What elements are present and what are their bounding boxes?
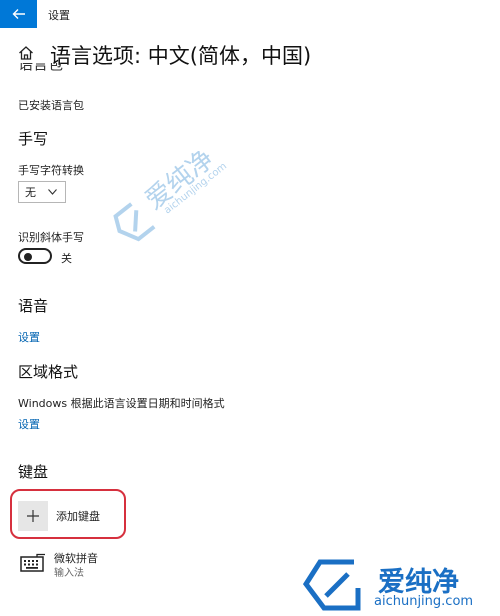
watermark-corner: 爱纯净 aichunjing.com: [302, 558, 492, 614]
italic-handwriting-label: 识别斜体手写: [18, 231, 84, 244]
keyboard-icon: [20, 553, 45, 572]
dropdown-value: 无: [25, 186, 36, 199]
handwriting-conversion-label: 手写字符转换: [18, 164, 84, 177]
watermark-logo-icon: [302, 559, 361, 611]
handwriting-heading: 手写: [18, 130, 49, 148]
regional-format-description: Windows 根据此语言设置日期和时间格式: [18, 397, 225, 410]
regional-format-heading: 区域格式: [18, 363, 79, 381]
watermark-url: aichunjing.com: [374, 594, 474, 609]
page-title: 语言选项: 中文(简体，中国): [50, 44, 312, 68]
regional-format-settings-link[interactable]: 设置: [18, 416, 40, 432]
home-icon[interactable]: [18, 45, 34, 61]
speech-heading: 语音: [18, 297, 49, 315]
chevron-down-icon: [48, 189, 57, 195]
keyboard-item-microsoft-pinyin[interactable]: 微软拼音 输入法: [20, 550, 170, 584]
keyboards-heading: 键盘: [18, 463, 49, 481]
language-pack-status: 已安装语言包: [18, 99, 84, 112]
speech-settings-link[interactable]: 设置: [18, 329, 40, 345]
window-title: 设置: [48, 9, 70, 22]
back-button[interactable]: [0, 0, 37, 28]
keyboard-item-type: 输入法: [54, 568, 84, 579]
title-bar: 设置: [0, 0, 500, 28]
language-pack-heading: 语言包: [18, 63, 64, 73]
toggle-knob: [24, 253, 32, 261]
italic-handwriting-toggle[interactable]: [18, 248, 52, 264]
annotation-highlight: [10, 489, 126, 539]
italic-handwriting-state: 关: [61, 252, 72, 265]
back-arrow-icon: [12, 9, 25, 19]
handwriting-conversion-dropdown[interactable]: 无: [18, 181, 66, 203]
watermark-diagonal: 爱纯净 aichunjing.com: [83, 92, 277, 277]
